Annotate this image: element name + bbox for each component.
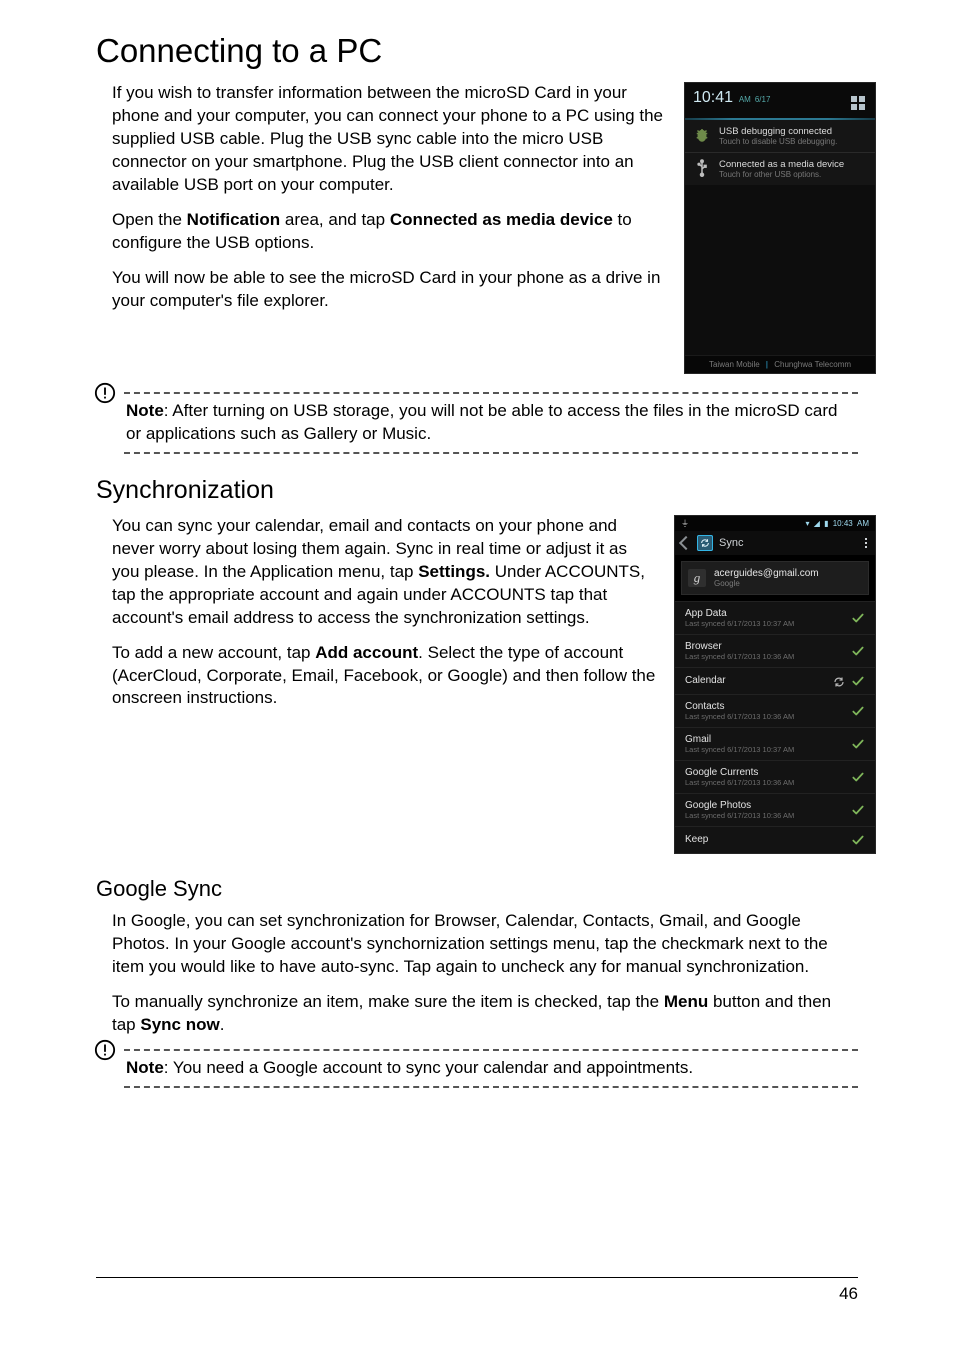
sync-item-row: GmailLast synced 6/17/2013 10:37 AM <box>675 727 875 760</box>
notif-row: Connected as a media device Touch for ot… <box>685 152 875 185</box>
sync-item-sub: Last synced 6/17/2013 10:37 AM <box>685 619 794 628</box>
sync-progress-icon <box>833 675 845 687</box>
notif-row-title: Connected as a media device <box>719 159 844 170</box>
bug-icon <box>693 126 711 144</box>
figure-sync-settings: ⏚ ▾ ◢ ▮ 10:43 AM Sync <box>674 515 876 854</box>
sync-item-row: BrowserLast synced 6/17/2013 10:36 AM <box>675 634 875 667</box>
status-usb-icon: ⏚ <box>681 518 689 529</box>
checkmark-icon <box>851 704 865 718</box>
notif-body <box>685 185 875 355</box>
note-box: Note: After turning on USB storage, you … <box>96 392 858 454</box>
sync-header-title: Sync <box>719 537 743 549</box>
checkmark-icon <box>851 770 865 784</box>
notif-row-sub: Touch for other USB options. <box>719 170 844 179</box>
sync-item-row: Keep <box>675 826 875 853</box>
status-bar-icons: ▾ ◢ ▮ 10:43 AM <box>803 519 869 528</box>
google-account-icon: g <box>688 569 706 587</box>
notif-row-sub: Touch to disable USB debugging. <box>719 137 837 146</box>
overflow-menu-icon <box>865 538 869 548</box>
page-title: Connecting to a PC <box>96 32 858 70</box>
section-heading: Synchronization <box>96 476 858 505</box>
sync-item-title: Browser <box>685 641 794 652</box>
note-box: Note: You need a Google account to sync … <box>96 1049 858 1088</box>
checkmark-icon <box>851 611 865 625</box>
notif-time-suffix: AM <box>737 95 751 104</box>
carrier-left: Taiwan Mobile <box>709 360 760 369</box>
usb-icon <box>693 159 711 177</box>
account-provider: Google <box>714 579 819 588</box>
sync-item-title: Keep <box>685 834 708 845</box>
sync-app-icon <box>697 535 713 551</box>
sync-item-row: Calendar <box>675 667 875 694</box>
wifi-icon: ▾ <box>805 519 809 528</box>
checkmark-icon <box>851 674 865 688</box>
note-text: : After turning on USB storage, you will… <box>126 401 838 443</box>
warning-icon <box>94 1039 116 1061</box>
page-number: 46 <box>839 1284 858 1303</box>
sync-item-row: App DataLast synced 6/17/2013 10:37 AM <box>675 601 875 634</box>
notif-row-title: USB debugging connected <box>719 126 837 137</box>
checkmark-icon <box>851 833 865 847</box>
sync-item-title: Google Photos <box>685 800 794 811</box>
sync-item-sub: Last synced 6/17/2013 10:36 AM <box>685 712 794 721</box>
account-email: acerguides@gmail.com <box>714 568 819 579</box>
paragraph: To manually synchronize an item, make su… <box>112 991 858 1037</box>
note-label: Note <box>126 1058 164 1077</box>
status-time-suffix: AM <box>857 519 869 528</box>
carrier-divider: | <box>762 360 772 369</box>
sync-item-row: ContactsLast synced 6/17/2013 10:36 AM <box>675 694 875 727</box>
carrier-right: Chunghwa Telecomm <box>774 360 851 369</box>
sync-item-title: App Data <box>685 608 794 619</box>
sync-item-sub: Last synced 6/17/2013 10:36 AM <box>685 811 794 820</box>
note-text: : You need a Google account to sync your… <box>164 1058 693 1077</box>
sync-item-title: Google Currents <box>685 767 794 778</box>
sync-item-sub: Last synced 6/17/2013 10:36 AM <box>685 778 794 787</box>
subsection-heading: Google Sync <box>96 876 858 902</box>
status-time: 10:43 <box>833 519 853 528</box>
sync-item-title: Contacts <box>685 701 794 712</box>
quick-settings-icon <box>851 96 867 112</box>
paragraph: In Google, you can set synchronization f… <box>112 910 858 979</box>
notif-row: USB debugging connected Touch to disable… <box>685 120 875 152</box>
notif-footer: Taiwan Mobile | Chunghwa Telecomm <box>685 355 875 373</box>
warning-icon <box>94 382 116 404</box>
sync-account-card: g acerguides@gmail.com Google <box>681 561 869 595</box>
notif-time: 10:41 <box>693 89 733 106</box>
sync-item-title: Gmail <box>685 734 794 745</box>
checkmark-icon <box>851 644 865 658</box>
page-footer: 46 <box>96 1277 858 1304</box>
back-icon <box>679 536 693 550</box>
signal-icon: ◢ <box>814 519 820 528</box>
checkmark-icon <box>851 803 865 817</box>
sync-item-sub: Last synced 6/17/2013 10:36 AM <box>685 652 794 661</box>
sync-item-row: Google CurrentsLast synced 6/17/2013 10:… <box>675 760 875 793</box>
sync-item-sub: Last synced 6/17/2013 10:37 AM <box>685 745 794 754</box>
notif-date: 6/17 <box>755 95 771 104</box>
sync-item-row: Google PhotosLast synced 6/17/2013 10:36… <box>675 793 875 826</box>
figure-notification-panel: 10:41 AM 6/17 USB debugging connected Tou… <box>684 82 876 374</box>
checkmark-icon <box>851 737 865 751</box>
note-label: Note <box>126 401 164 420</box>
battery-icon: ▮ <box>824 519 828 528</box>
sync-item-title: Calendar <box>685 675 726 686</box>
